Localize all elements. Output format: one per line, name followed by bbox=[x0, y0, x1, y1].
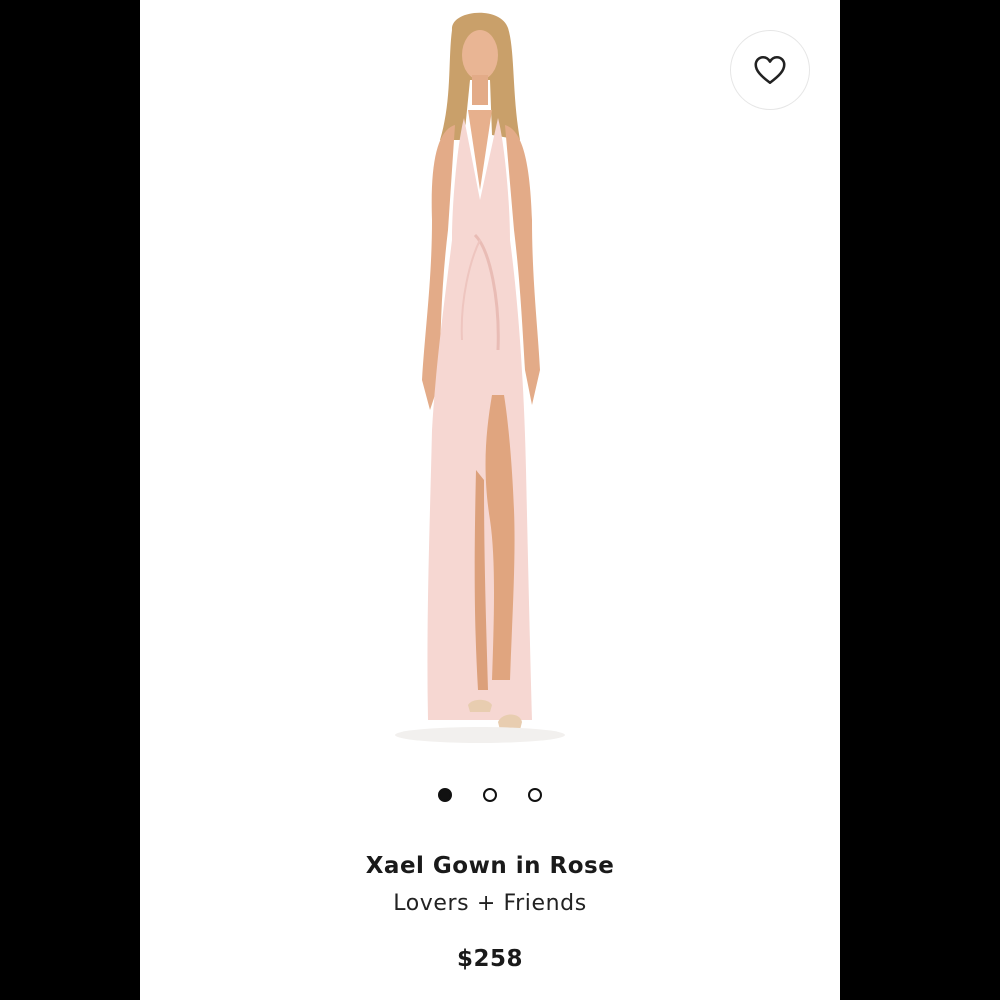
model-face bbox=[462, 30, 498, 80]
image-pagination bbox=[140, 788, 840, 802]
product-title: Xael Gown in Rose bbox=[365, 853, 615, 879]
product-detail-screen: Xael Gown in Rose Lovers + Friends $258 bbox=[140, 0, 840, 1000]
pagination-dot[interactable] bbox=[438, 788, 452, 802]
product-image[interactable] bbox=[380, 0, 580, 752]
pagination-dot[interactable] bbox=[483, 788, 497, 802]
heart-icon bbox=[754, 55, 786, 85]
product-price: $258 bbox=[456, 946, 523, 972]
favorite-button[interactable] bbox=[730, 30, 810, 110]
product-brand[interactable]: Lovers + Friends bbox=[140, 891, 840, 916]
pagination-dot[interactable] bbox=[528, 788, 542, 802]
